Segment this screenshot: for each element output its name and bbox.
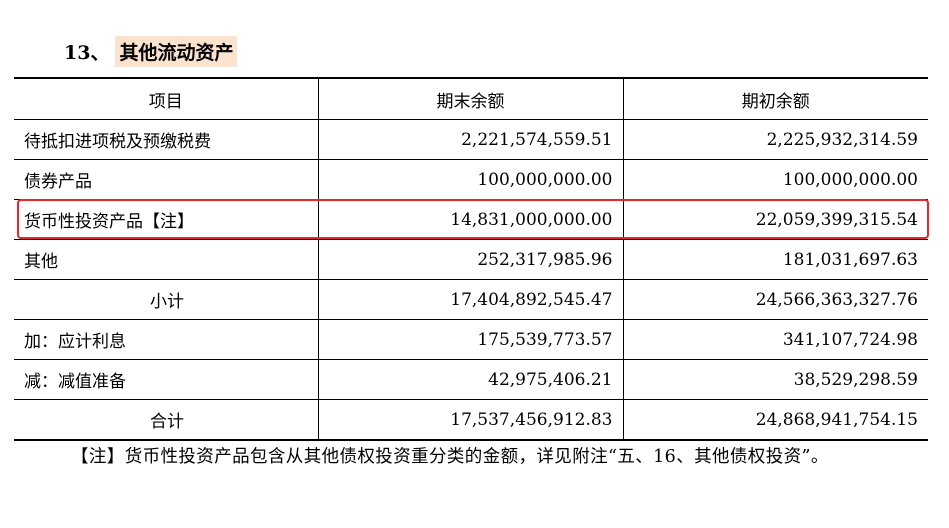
row-ending-balance: 175,539,773.57 (317, 319, 624, 360)
header-opening-balance: 期初余额 (622, 77, 928, 120)
footnote: 【注】货币性投资产品包含从其他债权投资重分类的金额，详见附注“五、16、其他债权… (71, 447, 829, 467)
row-opening-balance: 22,059,399,315.54 (622, 199, 928, 240)
header-item: 项目 (14, 77, 319, 120)
row-ending-balance: 14,831,000,000.00 (317, 199, 624, 240)
row-opening-balance: 341,107,724.98 (622, 319, 928, 360)
table-row: 待抵扣进项税及预缴税费 2,221,574,559.51 2,225,932,3… (14, 119, 928, 160)
table-row: 货币性投资产品【注】 14,831,000,000.00 22,059,399,… (14, 199, 928, 240)
table-header-row: 项目 期末余额 期初余额 (14, 77, 928, 120)
table-row-subtotal: 小计 17,404,892,545.47 24,566,363,327.76 (14, 279, 928, 320)
row-ending-balance: 42,975,406.21 (317, 359, 624, 400)
row-opening-balance: 24,868,941,754.15 (622, 399, 928, 441)
row-item: 货币性投资产品【注】 (14, 199, 319, 240)
other-current-assets-table: 项目 期末余额 期初余额 待抵扣进项税及预缴税费 2,221,574,559.5… (14, 77, 928, 441)
row-opening-balance: 2,225,932,314.59 (622, 119, 928, 160)
table-row: 债券产品 100,000,000.00 100,000,000.00 (14, 159, 928, 200)
row-item: 合计 (14, 399, 319, 441)
table-row: 加：应计利息 175,539,773.57 341,107,724.98 (14, 319, 928, 360)
table-row: 其他 252,317,985.96 181,031,697.63 (14, 239, 928, 280)
row-opening-balance: 181,031,697.63 (622, 239, 928, 280)
row-opening-balance: 24,566,363,327.76 (622, 279, 928, 320)
row-ending-balance: 100,000,000.00 (317, 159, 624, 200)
section-number: 13、 (64, 41, 110, 64)
table-row-total: 合计 17,537,456,912.83 24,868,941,754.15 (14, 399, 928, 441)
row-ending-balance: 17,537,456,912.83 (317, 399, 624, 441)
row-item: 待抵扣进项税及预缴税费 (14, 119, 319, 160)
row-opening-balance: 100,000,000.00 (622, 159, 928, 200)
row-item: 加：应计利息 (14, 319, 319, 360)
row-ending-balance: 17,404,892,545.47 (317, 279, 624, 320)
row-opening-balance: 38,529,298.59 (622, 359, 928, 400)
section-title: 其他流动资产 (115, 35, 238, 67)
row-item: 减：减值准备 (14, 359, 319, 400)
row-item: 其他 (14, 239, 319, 280)
row-ending-balance: 252,317,985.96 (317, 239, 624, 280)
row-item: 小计 (14, 279, 319, 320)
header-ending-balance: 期末余额 (317, 77, 624, 120)
table-row: 减：减值准备 42,975,406.21 38,529,298.59 (14, 359, 928, 400)
row-ending-balance: 2,221,574,559.51 (317, 119, 624, 160)
row-item: 债券产品 (14, 159, 319, 200)
section-heading: 13、 其他流动资产 (64, 35, 238, 67)
